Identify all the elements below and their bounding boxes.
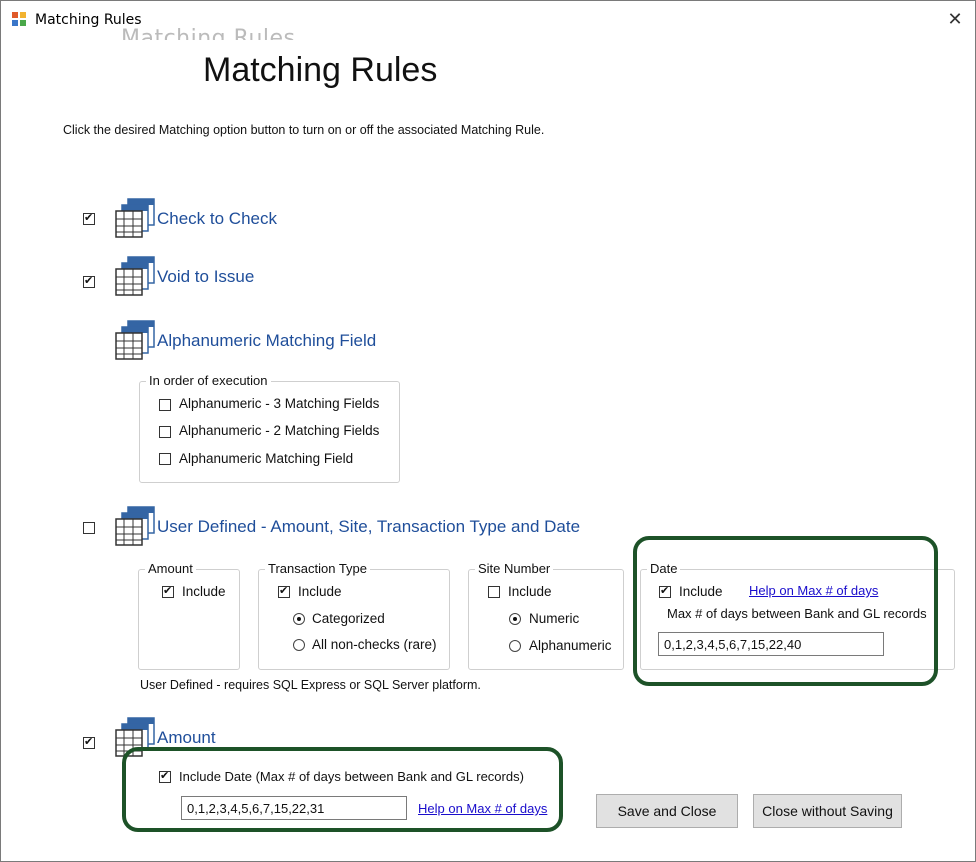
group-legend: Transaction Type bbox=[265, 561, 370, 576]
alphanumeric-2-label[interactable]: Alphanumeric - 2 Matching Fields bbox=[179, 423, 379, 438]
table-grid-icon bbox=[115, 198, 155, 238]
ud-categorized-radio[interactable] bbox=[293, 613, 305, 625]
close-without-saving-button[interactable]: Close without Saving bbox=[753, 794, 902, 828]
void-to-issue-label[interactable]: Void to Issue bbox=[157, 267, 254, 287]
group-legend: In order of execution bbox=[146, 373, 271, 388]
close-icon[interactable]: ✕ bbox=[937, 5, 973, 35]
ud-non-checks-radio[interactable] bbox=[293, 639, 305, 651]
ud-amount-group: Amount Include bbox=[138, 561, 240, 670]
ud-categorized-label[interactable]: Categorized bbox=[312, 611, 385, 626]
app-icon bbox=[12, 12, 26, 26]
group-legend: Amount bbox=[145, 561, 196, 576]
ud-date-include-label[interactable]: Include bbox=[679, 584, 723, 599]
save-and-close-button[interactable]: Save and Close bbox=[596, 794, 738, 828]
ud-max-days-label: Max # of days between Bank and GL record… bbox=[667, 606, 927, 621]
amount-rule-label[interactable]: Amount bbox=[157, 728, 216, 748]
ud-transaction-type-group: Transaction Type Include Categorized All… bbox=[258, 561, 450, 670]
ud-date-include-checkbox[interactable] bbox=[659, 584, 671, 598]
instructions-text: Click the desired Matching option button… bbox=[63, 123, 545, 137]
table-grid-icon bbox=[115, 256, 155, 296]
ud-site-include-label[interactable]: Include bbox=[508, 584, 552, 599]
group-legend: Site Number bbox=[475, 561, 554, 576]
group-legend: Date bbox=[647, 561, 681, 576]
alphanumeric-rule-label[interactable]: Alphanumeric Matching Field bbox=[157, 331, 376, 351]
ud-alphanumeric-label[interactable]: Alphanumeric bbox=[529, 638, 612, 653]
ud-alphanumeric-radio[interactable] bbox=[509, 640, 521, 652]
amount-include-date-label[interactable]: Include Date (Max # of days between Bank… bbox=[179, 769, 524, 784]
alphanumeric-order-group: In order of execution Alphanumeric - 3 M… bbox=[139, 373, 400, 483]
ud-numeric-label[interactable]: Numeric bbox=[529, 611, 579, 626]
alphanumeric-3-label[interactable]: Alphanumeric - 3 Matching Fields bbox=[179, 396, 379, 411]
void-to-issue-checkbox[interactable] bbox=[83, 274, 95, 288]
ud-date-help-link[interactable]: Help on Max # of days bbox=[749, 583, 878, 598]
table-grid-icon bbox=[115, 717, 155, 757]
ud-transaction-include-label[interactable]: Include bbox=[298, 584, 342, 599]
check-to-check-label[interactable]: Check to Check bbox=[157, 209, 277, 229]
amount-help-link[interactable]: Help on Max # of days bbox=[418, 801, 547, 816]
matching-rules-window: Matching Rules ✕ Matching Rules Matching… bbox=[0, 0, 976, 862]
alphanumeric-1-checkbox[interactable] bbox=[159, 453, 171, 465]
amount-rule-checkbox[interactable] bbox=[83, 735, 95, 749]
ud-numeric-radio[interactable] bbox=[509, 613, 521, 625]
ud-date-group: Date Include Help on Max # of days Max #… bbox=[640, 561, 955, 670]
check-to-check-checkbox[interactable] bbox=[83, 211, 95, 225]
page-title: Matching Rules bbox=[203, 51, 438, 89]
window-title: Matching Rules bbox=[35, 12, 142, 28]
table-grid-icon bbox=[115, 506, 155, 546]
user-defined-label[interactable]: User Defined - Amount, Site, Transaction… bbox=[157, 517, 580, 537]
user-defined-note: User Defined - requires SQL Express or S… bbox=[140, 678, 481, 692]
ud-site-include-checkbox[interactable] bbox=[488, 586, 500, 598]
ud-transaction-include-checkbox[interactable] bbox=[278, 584, 290, 598]
ghost-title-text: Matching Rules bbox=[121, 28, 296, 40]
table-grid-icon bbox=[115, 320, 155, 360]
ud-amount-include-checkbox[interactable] bbox=[162, 584, 174, 598]
user-defined-checkbox[interactable] bbox=[83, 522, 95, 534]
ud-amount-include-label[interactable]: Include bbox=[182, 584, 226, 599]
ud-site-number-group: Site Number Include Numeric Alphanumeric bbox=[468, 561, 624, 670]
ud-non-checks-label[interactable]: All non-checks (rare) bbox=[312, 637, 437, 652]
alphanumeric-2-checkbox[interactable] bbox=[159, 426, 171, 438]
ud-max-days-input[interactable]: 0,1,2,3,4,5,6,7,15,22,40 bbox=[658, 632, 884, 656]
alphanumeric-1-label[interactable]: Alphanumeric Matching Field bbox=[179, 451, 353, 466]
amount-days-input[interactable]: 0,1,2,3,4,5,6,7,15,22,31 bbox=[181, 796, 407, 820]
amount-include-date-checkbox[interactable] bbox=[159, 769, 171, 783]
alphanumeric-3-checkbox[interactable] bbox=[159, 399, 171, 411]
